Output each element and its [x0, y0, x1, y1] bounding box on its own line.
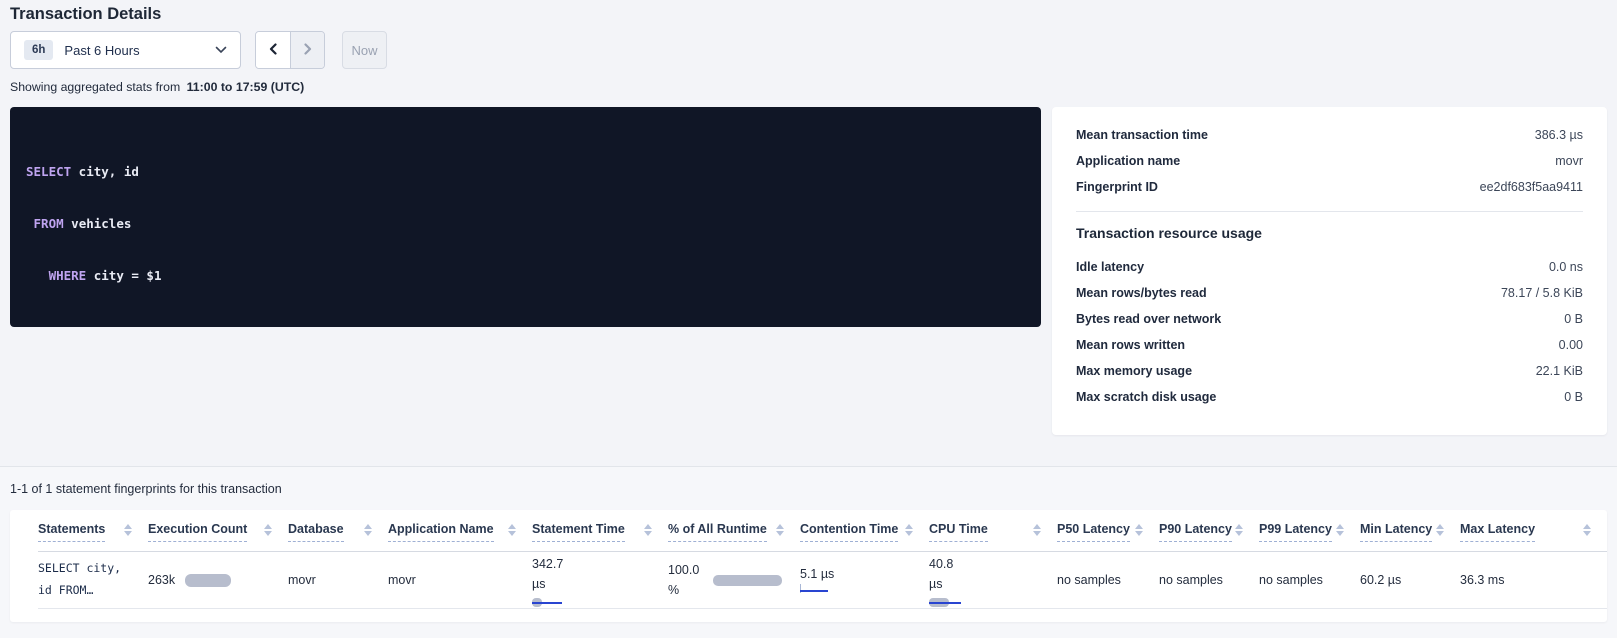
- statement-cell: SELECT city, id FROM…: [38, 552, 148, 609]
- summary-row-mean-rows-bytes-read: Mean rows/bytes read 78.17 / 5.8 KiB: [1076, 280, 1583, 306]
- sort-icon: [905, 524, 913, 542]
- sql-statement-box: SELECT city, id FROM vehicles WHERE city…: [10, 107, 1041, 327]
- summary-row-mean-transaction-time: Mean transaction time 386.3 µs: [1076, 122, 1583, 148]
- summary-row-mean-rows-written: Mean rows written 0.00: [1076, 332, 1583, 358]
- transaction-summary-panel: Mean transaction time 386.3 µs Applicati…: [1052, 107, 1607, 435]
- aggregated-stats-text: Showing aggregated stats from 11:00 to 1…: [10, 80, 304, 94]
- sort-icon: [508, 524, 516, 542]
- resource-usage-heading: Transaction resource usage: [1076, 225, 1583, 241]
- chevron-right-icon: [302, 43, 313, 58]
- column-header-pct-of-all-runtime[interactable]: % of All Runtime: [668, 510, 800, 552]
- sort-icon: [364, 524, 372, 542]
- sql-line: FROM vehicles: [26, 215, 1025, 232]
- now-button[interactable]: Now: [342, 31, 387, 69]
- stats-time-range: 11:00 to 17:59 (UTC): [187, 80, 305, 94]
- database-cell: movr: [288, 552, 388, 609]
- stats-prefix: Showing aggregated stats from: [10, 80, 180, 94]
- time-picker-row: 6h Past 6 Hours Now: [10, 31, 387, 69]
- time-step-button-group: [255, 31, 325, 69]
- p50-latency-cell: no samples: [1057, 552, 1159, 609]
- sort-icon: [1135, 524, 1143, 542]
- statement-time-cell: 342.7 µs: [532, 552, 668, 609]
- next-time-button[interactable]: [290, 32, 324, 68]
- execution-count-cell: 263k: [148, 552, 288, 609]
- summary-row-max-memory-usage: Max memory usage 22.1 KiB: [1076, 358, 1583, 384]
- column-header-max-latency[interactable]: Max Latency: [1460, 510, 1607, 552]
- sort-icon: [124, 524, 132, 542]
- sort-icon: [1583, 524, 1591, 542]
- summary-divider: [1076, 211, 1583, 212]
- statement-time-bar: [532, 598, 566, 607]
- page-title: Transaction Details: [10, 5, 161, 24]
- column-header-cpu-time[interactable]: CPU Time: [929, 510, 1057, 552]
- column-header-contention-time[interactable]: Contention Time: [800, 510, 929, 552]
- max-latency-cell: 36.3 ms: [1460, 552, 1607, 609]
- transaction-details-page: Transaction Details 6h Past 6 Hours Now: [0, 0, 1617, 638]
- sql-line: SELECT city, id: [26, 163, 1025, 180]
- contention-time-cell: 5.1 µs: [800, 552, 929, 609]
- summary-row-idle-latency: Idle latency 0.0 ns: [1076, 254, 1583, 280]
- chevron-down-icon: [215, 41, 227, 59]
- summary-row-bytes-read-over-network: Bytes read over network 0 B: [1076, 306, 1583, 332]
- cpu-time-cell: 40.8 µs: [929, 552, 1057, 609]
- time-range-dropdown[interactable]: 6h Past 6 Hours: [10, 31, 241, 69]
- sort-icon: [1235, 524, 1243, 542]
- summary-row-fingerprint-id: Fingerprint ID ee2df683f5aa9411: [1076, 174, 1583, 200]
- sort-icon: [1436, 524, 1444, 542]
- column-header-min-latency[interactable]: Min Latency: [1360, 510, 1460, 552]
- sort-icon: [264, 524, 272, 542]
- min-latency-cell: 60.2 µs: [1360, 552, 1460, 609]
- column-header-execution-count[interactable]: Execution Count: [148, 510, 288, 552]
- column-header-application-name[interactable]: Application Name: [388, 510, 532, 552]
- statements-table-header-row: Statements Execution Count Database Appl…: [38, 510, 1607, 552]
- summary-row-application-name: Application name movr: [1076, 148, 1583, 174]
- sort-icon: [776, 524, 784, 542]
- application-name-cell: movr: [388, 552, 532, 609]
- p90-latency-cell: no samples: [1159, 552, 1259, 609]
- contention-time-bar: [800, 585, 830, 593]
- sort-icon: [644, 524, 652, 542]
- statement-fingerprints-count-text: 1-1 of 1 statement fingerprints for this…: [10, 482, 282, 496]
- p99-latency-cell: no samples: [1259, 552, 1360, 609]
- time-range-badge: 6h: [24, 40, 53, 60]
- statement-link[interactable]: SELECT city, id FROM…: [38, 558, 130, 602]
- statements-table: Statements Execution Count Database Appl…: [38, 510, 1607, 609]
- pct-of-all-runtime-cell: 100.0 %: [668, 552, 800, 609]
- column-header-statement-time[interactable]: Statement Time: [532, 510, 668, 552]
- column-header-statements[interactable]: Statements: [38, 510, 148, 552]
- column-header-p99-latency[interactable]: P99 Latency: [1259, 510, 1360, 552]
- sql-line: WHERE city = $1: [26, 267, 1025, 284]
- chevron-left-icon: [268, 43, 279, 58]
- pct-runtime-bar: [713, 575, 782, 586]
- column-header-database[interactable]: Database: [288, 510, 388, 552]
- sort-icon: [1336, 524, 1344, 542]
- column-header-p50-latency[interactable]: P50 Latency: [1057, 510, 1159, 552]
- time-range-label: Past 6 Hours: [64, 43, 215, 58]
- column-header-p90-latency[interactable]: P90 Latency: [1159, 510, 1259, 552]
- statements-table-card: Statements Execution Count Database Appl…: [10, 510, 1607, 622]
- statement-row: SELECT city, id FROM… 263k movr movr 342…: [38, 552, 1607, 609]
- summary-row-max-scratch-disk-usage: Max scratch disk usage 0 B: [1076, 384, 1583, 410]
- execution-count-bar: [185, 574, 231, 587]
- sort-icon: [1033, 524, 1041, 542]
- cpu-time-bar: [929, 598, 963, 607]
- previous-time-button[interactable]: [256, 32, 290, 68]
